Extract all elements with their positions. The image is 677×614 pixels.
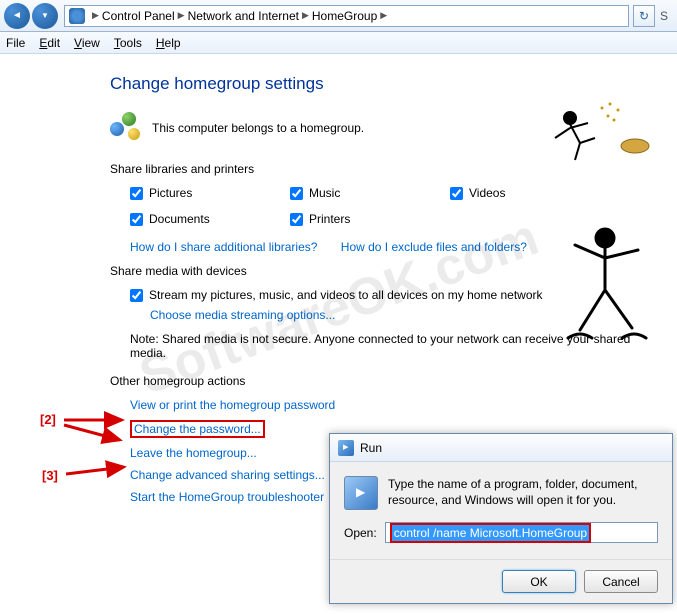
run-titlebar[interactable]: Run <box>330 434 672 462</box>
shared-media-note: Note: Shared media is not secure. Anyone… <box>130 332 657 360</box>
checkbox-music[interactable]: Music <box>290 186 450 200</box>
run-title-text: Run <box>360 441 382 455</box>
run-dialog: Run Type the name of a program, folder, … <box>329 433 673 604</box>
menu-edit[interactable]: Edit <box>39 36 60 50</box>
run-program-icon <box>344 476 378 510</box>
menu-view[interactable]: View <box>74 36 100 50</box>
checkbox-stream-media[interactable]: Stream my pictures, music, and videos to… <box>130 288 657 302</box>
refresh-button[interactable]: ↻ <box>633 5 655 27</box>
breadcrumb[interactable]: ▶ Control Panel ▶ Network and Internet ▶… <box>64 5 629 27</box>
run-open-label: Open: <box>344 526 377 540</box>
menu-bar: File Edit View Tools Help <box>0 32 677 54</box>
link-troubleshooter[interactable]: Start the HomeGroup troubleshooter <box>130 490 324 504</box>
menu-tools[interactable]: Tools <box>114 36 142 50</box>
chevron-right-icon: ▶ <box>302 10 309 21</box>
link-leave-homegroup[interactable]: Leave the homegroup... <box>130 446 257 460</box>
nav-back-button[interactable] <box>4 3 30 29</box>
menu-file[interactable]: File <box>6 36 25 50</box>
checkbox-pictures[interactable]: Pictures <box>130 186 290 200</box>
link-streaming-options[interactable]: Choose media streaming options... <box>150 308 657 322</box>
checkbox-documents[interactable]: Documents <box>130 212 290 226</box>
run-command-input[interactable]: control /name Microsoft.HomeGroup <box>385 522 658 543</box>
breadcrumb-item[interactable]: Control Panel <box>102 9 175 23</box>
ok-button[interactable]: OK <box>502 570 576 593</box>
run-description: Type the name of a program, folder, docu… <box>388 476 658 510</box>
chevron-right-icon: ▶ <box>92 10 99 21</box>
homegroup-status-text: This computer belongs to a homegroup. <box>152 121 364 135</box>
search-label-fragment: S <box>655 9 673 23</box>
checkbox-videos[interactable]: Videos <box>450 186 610 200</box>
link-view-password[interactable]: View or print the homegroup password <box>130 398 335 412</box>
link-share-additional[interactable]: How do I share additional libraries? <box>130 240 317 254</box>
control-panel-icon <box>69 8 85 24</box>
menu-help[interactable]: Help <box>156 36 181 50</box>
run-icon <box>338 440 354 456</box>
run-command-value: control /name Microsoft.HomeGroup <box>390 523 591 543</box>
link-change-password[interactable]: Change the password... <box>130 420 265 438</box>
nav-history-button[interactable] <box>32 3 58 29</box>
other-actions-heading: Other homegroup actions <box>110 374 657 388</box>
checkbox-printers[interactable]: Printers <box>290 212 450 226</box>
page-title: Change homegroup settings <box>110 74 657 94</box>
homegroup-status-row: This computer belongs to a homegroup. <box>110 112 657 144</box>
chevron-right-icon: ▶ <box>380 10 387 21</box>
link-exclude-files[interactable]: How do I exclude files and folders? <box>341 240 527 254</box>
share-checkboxes: Pictures Music Videos Documents Printers <box>130 186 657 226</box>
share-media-heading: Share media with devices <box>110 264 657 278</box>
navigation-bar: ▶ Control Panel ▶ Network and Internet ▶… <box>0 0 677 32</box>
chevron-right-icon: ▶ <box>178 10 185 21</box>
breadcrumb-item[interactable]: Network and Internet <box>188 9 299 23</box>
help-links-row: How do I share additional libraries? How… <box>130 240 657 254</box>
breadcrumb-item[interactable]: HomeGroup <box>312 9 377 23</box>
cancel-button[interactable]: Cancel <box>584 570 658 593</box>
homegroup-icon <box>110 112 142 144</box>
share-libraries-heading: Share libraries and printers <box>110 162 657 176</box>
link-advanced-sharing[interactable]: Change advanced sharing settings... <box>130 468 325 482</box>
